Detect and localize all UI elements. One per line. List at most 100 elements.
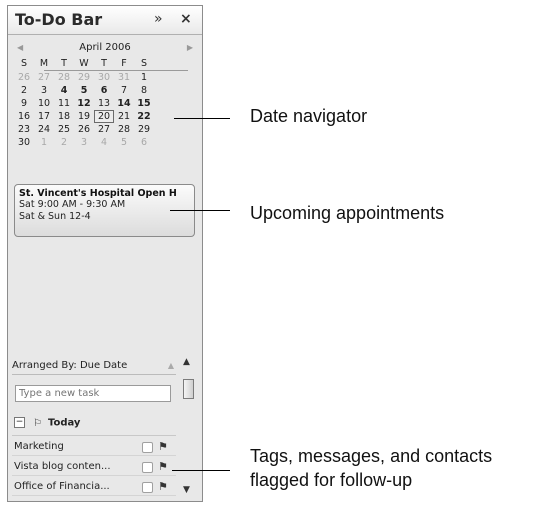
expand-icon[interactable]: » [154,11,163,27]
calendar-day[interactable]: 28 [54,71,74,84]
calendar-day[interactable]: 4 [54,84,74,97]
calendar-day[interactable]: 1 [134,71,154,84]
calendar-day[interactable]: 6 [134,136,154,149]
arranged-by-header[interactable]: Arranged By: Due Date ▲ [12,357,176,375]
to-do-bar-panel: To-Do Bar » × ◀ April 2006 ▶ SMTWTFS 26 2… [7,5,203,502]
appointment-item[interactable]: St. Vincent's Hospital Open H Sat 9:00 A… [14,184,195,237]
group-label: Today [47,417,81,429]
task-item[interactable]: Office of Financia... ⚑ [12,479,176,496]
calendar-day[interactable]: 30 [14,136,34,149]
calendar-day[interactable]: 1 [34,136,54,149]
task-item[interactable]: Vista blog conten... ⚑ [12,459,176,476]
category-checkbox[interactable] [142,442,153,453]
weekday-label: S [140,58,148,69]
calendar-day[interactable]: 26 [14,71,34,84]
calendar-week: 16 17 18 19 20 21 22 [14,110,196,123]
calendar-week: 23 24 25 26 27 28 29 [14,123,196,136]
calendar-day[interactable]: 2 [14,84,34,97]
weekday-label: W [79,58,89,69]
calendar-day[interactable]: 15 [134,97,154,110]
calendar-day[interactable]: 16 [14,110,34,123]
new-task-input[interactable] [15,385,171,402]
calendar-day[interactable]: 6 [94,84,114,97]
calendar-day[interactable]: 14 [114,97,134,110]
date-navigator: ◀ April 2006 ▶ SMTWTFS 26 27 28 29 30 31 1 2 3 4 5… [14,42,196,149]
appointment-note: Sat & Sun 12-4 [19,211,91,222]
calendar-day[interactable]: 26 [74,123,94,136]
task-scrollbar[interactable]: ▲ ▼ [180,355,197,501]
flag-icon[interactable]: ⚑ [158,440,168,453]
weekday-label: T [61,58,67,69]
calendar-day[interactable]: 17 [34,110,54,123]
callout-flagged: Tags, messages, and contacts flagged for… [250,444,492,492]
calendar-day[interactable]: 3 [74,136,94,149]
calendar-day[interactable]: 23 [14,123,34,136]
sort-icon[interactable]: ▲ [168,357,174,374]
calendar-day[interactable]: 24 [34,123,54,136]
to-do-bar-titlebar: To-Do Bar » × [8,6,202,35]
leader-line-date-navigator [174,118,230,119]
flag-icon[interactable]: ⚑ [158,480,168,493]
calendar-day[interactable]: 13 [94,97,114,110]
calendar-day[interactable]: 12 [74,97,94,110]
weekday-label: F [121,58,127,69]
weekday-label: M [39,58,49,69]
appointment-title: St. Vincent's Hospital Open H [19,188,177,199]
category-checkbox[interactable] [142,482,153,493]
calendar-week: 9 10 11 12 13 14 15 [14,97,196,110]
month-label: April 2006 [79,42,131,53]
calendar-day[interactable]: 18 [54,110,74,123]
calendar-day[interactable]: 4 [94,136,114,149]
calendar-day[interactable]: 11 [54,97,74,110]
weekday-label: T [101,58,107,69]
close-icon[interactable]: × [180,11,192,27]
task-list: Arranged By: Due Date ▲ −⚐ Today Marketin… [12,355,198,501]
calendar-day[interactable]: 9 [14,97,34,110]
calendar-day[interactable]: 5 [114,136,134,149]
collapse-icon[interactable]: − [14,417,25,428]
calendar-day[interactable]: 30 [94,71,114,84]
task-label: Marketing [14,441,64,452]
calendar-day[interactable]: 8 [134,84,154,97]
calendar-day[interactable]: 19 [74,110,94,123]
group-divider [12,435,176,436]
calendar-day[interactable]: 3 [34,84,54,97]
scroll-thumb[interactable] [183,379,194,399]
callout-flagged-line1: Tags, messages, and contacts [250,446,493,466]
scroll-down-icon[interactable]: ▼ [183,485,190,495]
flag-icon: ⚐ [33,417,42,429]
calendar-day[interactable]: 21 [114,110,134,123]
calendar-grid: SMTWTFS 26 27 28 29 30 31 1 2 3 4 5 6 7 8 9 10 11 12 13 14 1… [14,57,196,149]
calendar-day[interactable]: 2 [54,136,74,149]
callout-flagged-line2: flagged for follow-up [250,470,413,490]
calendar-day[interactable]: 28 [114,123,134,136]
scroll-up-icon[interactable]: ▲ [183,357,190,367]
calendar-day[interactable]: 10 [34,97,54,110]
calendar-day[interactable]: 29 [134,123,154,136]
calendar-day[interactable]: 5 [74,84,94,97]
group-header-today[interactable]: − ⚐ Today [14,417,80,433]
arranged-by-label: Arranged By: Due Date [12,360,128,371]
calendar-day-today[interactable]: 20 [94,110,114,123]
appointment-time: Sat 9:00 AM - 9:30 AM [19,199,126,210]
calendar-day[interactable]: 27 [34,71,54,84]
task-label: Office of Financia... [14,481,110,492]
calendar-day[interactable]: 31 [114,71,134,84]
weekday-label: S [20,58,28,69]
to-do-bar-title: To-Do Bar [15,10,103,29]
calendar-week: 26 27 28 29 30 31 1 [14,71,196,84]
callout-date-navigator: Date navigator [250,106,368,126]
task-label: Vista blog conten... [14,461,111,472]
calendar-day[interactable]: 25 [54,123,74,136]
calendar-day[interactable]: 29 [74,71,94,84]
category-checkbox[interactable] [142,462,153,473]
calendar-day[interactable]: 27 [94,123,114,136]
next-month-icon[interactable]: ▶ [187,43,193,52]
leader-line-flagged [172,470,230,471]
calendar-day[interactable]: 22 [134,110,154,123]
leader-line-upcoming [170,210,230,211]
task-item[interactable]: Marketing ⚑ [12,439,176,456]
flag-icon[interactable]: ⚑ [158,460,168,473]
callout-upcoming-appointments: Upcoming appointments [250,203,445,223]
calendar-day[interactable]: 7 [114,84,134,97]
